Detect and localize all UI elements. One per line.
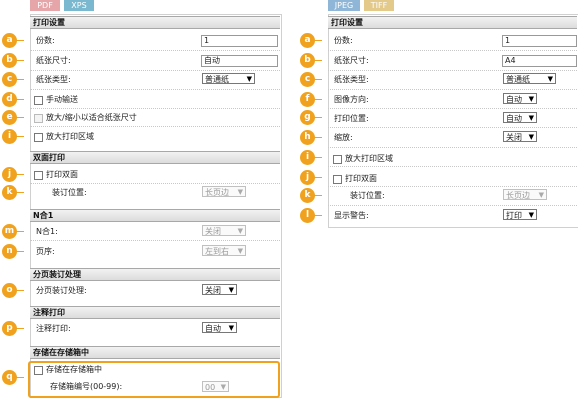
zoom-select[interactable]: 关闭 ▼ [503, 131, 537, 142]
position-select[interactable]: 自动 ▼ [503, 112, 537, 123]
chevron-down-icon: ▼ [237, 227, 243, 235]
annotation-select[interactable]: 自动 ▼ [202, 322, 237, 333]
badge-d: d [2, 92, 24, 107]
paper-size-input[interactable]: 自动 [201, 55, 278, 67]
right-enlarge-area-label: 放大打印区域 [345, 154, 393, 163]
jpeg-tag: JPEG [328, 0, 360, 11]
store-box-checkbox[interactable] [34, 366, 43, 375]
collate-label: 分页装订处理: [36, 286, 87, 295]
manual-feed-label: 手动输送 [46, 95, 78, 104]
order-label: 页序: [36, 247, 55, 256]
warning-select[interactable]: 打印 ▼ [503, 209, 537, 220]
badge-j: j [300, 170, 322, 185]
manual-feed-checkbox[interactable] [34, 96, 43, 105]
badge-f: f [300, 92, 322, 107]
paper-type-select[interactable]: 普通纸 ▼ [202, 73, 255, 84]
collate-select[interactable]: 关闭 ▼ [202, 284, 237, 295]
tiff-tag: TIFF [364, 0, 394, 11]
duplex-label: 打印双面 [46, 170, 78, 179]
zoom-label: 缩放: [334, 133, 353, 142]
badge-c: c [300, 72, 322, 87]
badge-a: a [2, 33, 24, 48]
nup-label: N合1: [36, 227, 58, 236]
enlarge-area-label: 放大打印区域 [46, 132, 94, 141]
chevron-down-icon: ▼ [237, 247, 243, 255]
store-box-label: 存储在存储箱中 [46, 365, 102, 374]
fit-paper-checkbox[interactable] [34, 114, 43, 123]
pdf-tag: PDF [30, 0, 60, 11]
badge-p: p [2, 321, 24, 336]
badge-q: q [2, 370, 24, 385]
badge-k: k [2, 185, 24, 200]
badge-i: i [300, 150, 322, 165]
badge-i: i [2, 129, 24, 144]
badge-c: c [2, 72, 24, 87]
badge-e: e [2, 110, 24, 125]
badge-j: j [2, 167, 24, 182]
right-duplex-checkbox[interactable] [333, 175, 342, 184]
duplex-checkbox[interactable] [34, 171, 43, 180]
warning-label: 显示警告: [334, 211, 369, 220]
box-number-label: 存储箱编号(00-99): [50, 382, 123, 391]
annotation-header: 注释打印 [30, 306, 280, 319]
badge-o: o [2, 283, 24, 298]
xps-tag: XPS [64, 0, 94, 11]
right-copies-label: 份数: [334, 36, 353, 45]
badge-a: a [300, 33, 322, 48]
chevron-down-icon: ▼ [528, 95, 534, 103]
badge-l: l [300, 208, 322, 223]
right-paper-size-label: 纸张尺寸: [334, 56, 369, 65]
paper-size-label: 纸张尺寸: [36, 56, 71, 65]
binding-select[interactable]: 长页边 ▼ [202, 186, 246, 197]
badge-g: g [300, 110, 322, 125]
right-copies-input[interactable]: 1 [502, 35, 577, 47]
annotation-label: 注释打印: [36, 324, 71, 333]
left-settings-panel [30, 14, 282, 398]
badge-k: k [300, 188, 322, 203]
chevron-down-icon: ▼ [528, 114, 534, 122]
right-paper-type-select[interactable]: 普通纸 ▼ [503, 73, 556, 84]
fit-paper-label: 放大/缩小以适合纸张尺寸 [46, 113, 137, 122]
badge-h: h [300, 130, 322, 145]
right-paper-type-label: 纸张类型: [334, 75, 369, 84]
chevron-down-icon: ▼ [228, 324, 234, 332]
chevron-down-icon: ▼ [220, 383, 226, 391]
print-settings-header: 打印设置 [30, 16, 280, 29]
orientation-label: 图像方向: [334, 95, 369, 104]
paper-type-label: 纸张类型: [36, 75, 71, 84]
collate-header: 分页装订处理 [30, 268, 280, 281]
right-duplex-label: 打印双面 [345, 174, 377, 183]
right-binding-select[interactable]: 长页边 ▼ [503, 189, 547, 200]
badge-m: m [2, 224, 24, 239]
chevron-down-icon: ▼ [237, 188, 243, 196]
copies-label: 份数: [36, 36, 55, 45]
badge-b: b [300, 53, 322, 68]
badge-n: n [2, 244, 24, 259]
right-paper-size-input[interactable]: A4 [502, 55, 577, 67]
copies-input[interactable]: 1 [201, 35, 278, 47]
box-number-select[interactable]: 00 ▼ [202, 381, 229, 392]
right-print-settings-header: 打印设置 [328, 16, 577, 29]
nup-select[interactable]: 关闭 ▼ [202, 225, 246, 236]
binding-label: 装订位置: [52, 188, 87, 197]
mailbox-header: 存储在存储箱中 [30, 346, 280, 359]
position-label: 打印位置: [334, 114, 369, 123]
right-enlarge-area-checkbox[interactable] [333, 155, 342, 164]
order-select[interactable]: 左到右 ▼ [202, 245, 246, 256]
chevron-down-icon: ▼ [246, 75, 252, 83]
chevron-down-icon: ▼ [228, 286, 234, 294]
duplex-header: 双面打印 [30, 151, 280, 164]
orientation-select[interactable]: 自动 ▼ [503, 93, 537, 104]
enlarge-area-checkbox[interactable] [34, 133, 43, 142]
chevron-down-icon: ▼ [528, 133, 534, 141]
chevron-down-icon: ▼ [538, 191, 544, 199]
chevron-down-icon: ▼ [547, 75, 553, 83]
badge-b: b [2, 53, 24, 68]
chevron-down-icon: ▼ [528, 211, 534, 219]
right-binding-label: 装订位置: [350, 191, 385, 200]
nup-header: N合1 [30, 209, 280, 222]
